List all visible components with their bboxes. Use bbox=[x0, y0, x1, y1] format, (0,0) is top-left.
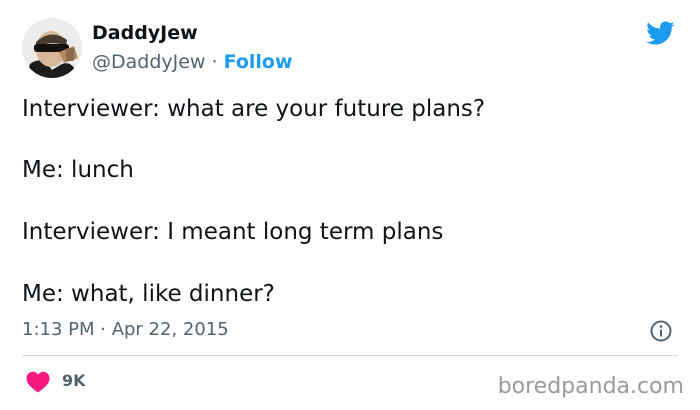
follow-link[interactable]: Follow bbox=[224, 51, 293, 73]
watermark: boredpanda.com bbox=[497, 374, 684, 399]
like-count[interactable]: 9K bbox=[62, 371, 86, 390]
heart-icon[interactable] bbox=[26, 371, 50, 393]
tweet-text-line: Interviewer: I meant long term plans bbox=[22, 219, 444, 245]
avatar[interactable] bbox=[22, 18, 82, 78]
tweet-text-line: Me: what, like dinner? bbox=[22, 281, 275, 307]
author-handle-row: @DaddyJew · Follow bbox=[92, 51, 293, 73]
author-display-name[interactable]: DaddyJew bbox=[92, 22, 198, 44]
handle-separator: · bbox=[211, 51, 218, 73]
twitter-bird-icon[interactable] bbox=[643, 18, 677, 48]
info-icon[interactable] bbox=[650, 320, 672, 342]
tweet-text-line: Interviewer: what are your future plans? bbox=[22, 96, 486, 122]
author-handle[interactable]: @DaddyJew bbox=[92, 51, 205, 73]
tweet-text-line: Me: lunch bbox=[22, 157, 134, 183]
tweet-timestamp[interactable]: 1:13 PM · Apr 22, 2015 bbox=[22, 319, 229, 340]
divider bbox=[22, 355, 678, 356]
